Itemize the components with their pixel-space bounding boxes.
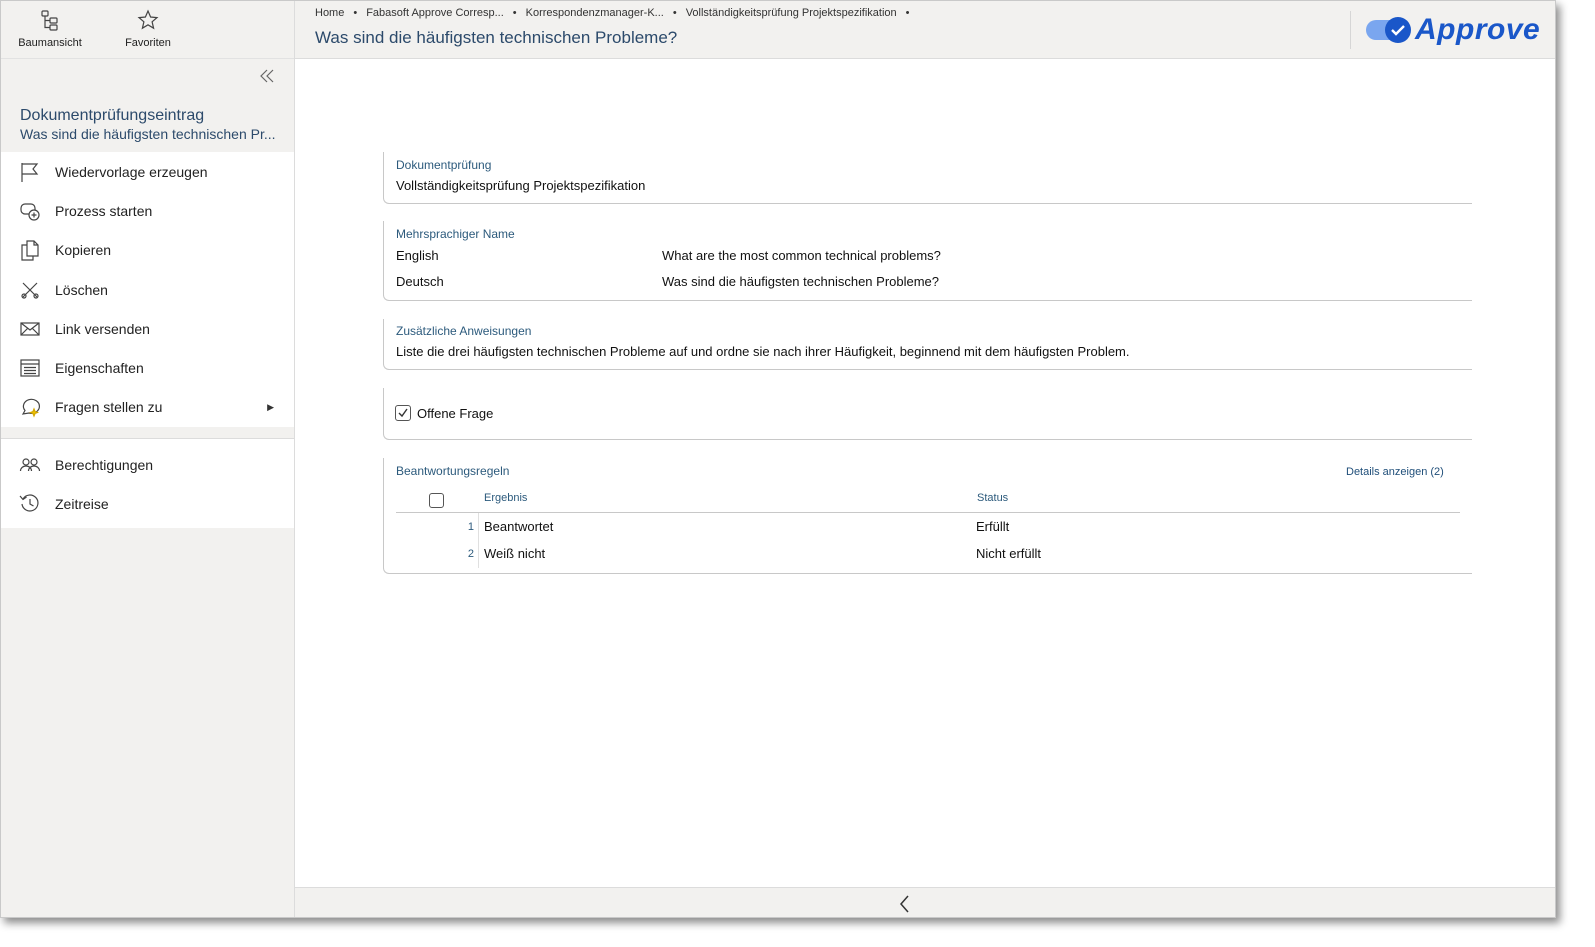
action-menu: Wiedervorlage erzeugen Prozess starten K… xyxy=(1,152,294,428)
menu-item-label: Link versenden xyxy=(55,320,150,337)
select-all-checkbox[interactable] xyxy=(429,493,444,508)
menu-item-label: Kopieren xyxy=(55,242,112,259)
language-label: Deutsch xyxy=(396,274,444,289)
breadcrumb: Home • Fabasoft Approve Corresp... • Korre… xyxy=(315,7,919,19)
breadcrumb-item[interactable]: Korrespondenzmanager-K... xyxy=(526,7,664,19)
collapse-sidebar-icon[interactable] xyxy=(257,67,277,85)
tree-view-button[interactable]: Baumansicht xyxy=(1,1,99,58)
top-nav: Baumansicht Favoriten xyxy=(1,1,294,59)
menu-item-label: Berechtigungen xyxy=(55,456,154,473)
breadcrumb-item[interactable]: Home xyxy=(315,7,344,19)
back-chevron-icon[interactable] xyxy=(895,894,915,914)
rule-result[interactable]: Weiß nicht xyxy=(484,546,545,561)
tree-view-icon xyxy=(41,10,58,31)
menu-item-wiedervorlage[interactable]: Wiedervorlage erzeugen xyxy=(1,152,294,191)
menu-item-eigenschaften[interactable]: Eigenschaften xyxy=(1,348,294,387)
flag-icon xyxy=(21,162,39,182)
menu-item-label: Löschen xyxy=(55,281,108,298)
row-number: 1 xyxy=(467,521,474,533)
section-dokumentpruefung: Dokumentprüfung Vollständigkeitsprüfung … xyxy=(383,152,1472,204)
delete-icon xyxy=(21,282,39,299)
page-title: Was sind die häufigsten technischen Prob… xyxy=(315,28,678,47)
breadcrumb-item[interactable]: Vollständigkeitsprüfung Projektspezifika… xyxy=(686,7,897,19)
menu-item-label: Wiedervorlage erzeugen xyxy=(55,163,208,180)
menu-item-label: Eigenschaften xyxy=(55,360,144,377)
language-value[interactable]: What are the most common technical probl… xyxy=(662,248,941,263)
menu-item-link-versenden[interactable]: Link versenden xyxy=(1,309,294,348)
menu-item-prozess-starten[interactable]: Prozess starten xyxy=(1,191,294,230)
rule-status[interactable]: Erfüllt xyxy=(976,519,1009,534)
menu-item-loeschen[interactable]: Löschen xyxy=(1,270,294,309)
bottom-bar xyxy=(295,887,1555,917)
field-caption: Zusätzliche Anweisungen xyxy=(396,324,532,338)
menu-item-kopieren[interactable]: Kopieren xyxy=(1,231,294,270)
section-zusaetzliche-anweisungen: Zusätzliche Anweisungen Liste die drei h… xyxy=(383,319,1472,370)
favorites-button[interactable]: Favoriten xyxy=(99,1,197,58)
language-value[interactable]: Was sind die häufigsten technischen Prob… xyxy=(662,274,939,289)
field-caption: Dokumentprüfung xyxy=(396,158,492,172)
submenu-arrow-icon: ▶ xyxy=(267,401,274,412)
section-mehrsprachiger-name: Mehrsprachiger Name English What are the… xyxy=(383,221,1472,301)
rule-status[interactable]: Nicht erfüllt xyxy=(976,546,1041,561)
approve-logo[interactable]: Approve xyxy=(1350,11,1540,49)
favorites-label: Favoriten xyxy=(125,37,171,49)
sidebar: Baumansicht Favoriten Dokumentprüfungsei… xyxy=(1,1,295,917)
field-caption: Mehrsprachiger Name xyxy=(396,227,515,241)
table-header-divider xyxy=(396,512,1460,513)
breadcrumb-separator: • xyxy=(353,7,358,19)
page-header: Home • Fabasoft Approve Corresp... • Korre… xyxy=(295,1,1555,59)
menu-item-fragen-stellen[interactable]: Fragen stellen zu ▶ xyxy=(1,388,294,427)
section-offene-frage: Offene Frage xyxy=(383,388,1472,440)
secondary-menu: Berechtigungen Zeitreise xyxy=(1,438,294,528)
open-question-checkbox[interactable] xyxy=(395,405,411,421)
rule-result[interactable]: Beantwortet xyxy=(484,519,553,534)
menu-item-berechtigungen[interactable]: Berechtigungen xyxy=(1,445,294,484)
app-window: Baumansicht Favoriten Dokumentprüfungsei… xyxy=(0,0,1556,918)
column-header-ergebnis[interactable]: Ergebnis xyxy=(484,492,527,504)
breadcrumb-item[interactable]: Fabasoft Approve Corresp... xyxy=(366,7,504,19)
open-question-label: Offene Frage xyxy=(417,406,494,421)
breadcrumb-separator: • xyxy=(905,7,910,19)
breadcrumb-separator: • xyxy=(672,7,677,19)
properties-icon xyxy=(20,359,40,377)
main-content: Dokumentprüfung Vollständigkeitsprüfung … xyxy=(295,59,1555,887)
row-number-divider xyxy=(478,513,479,568)
ai-question-icon xyxy=(21,399,40,419)
column-header-status[interactable]: Status xyxy=(977,492,1008,504)
menu-item-label: Fragen stellen zu xyxy=(55,399,163,416)
process-start-icon xyxy=(20,203,40,221)
logo-text: Approve xyxy=(1415,13,1541,46)
object-type: Dokumentprüfungseintrag xyxy=(20,107,205,124)
users-icon xyxy=(19,458,41,471)
copy-icon xyxy=(21,240,39,261)
field-caption: Beantwortungsregeln xyxy=(396,464,510,478)
object-name: Was sind die häufigsten technischen Pr..… xyxy=(20,126,276,142)
history-icon xyxy=(19,494,39,512)
menu-item-label: Prozess starten xyxy=(55,202,153,219)
field-value[interactable]: Vollständigkeitsprüfung Projektspezifika… xyxy=(396,178,645,193)
object-header: Dokumentprüfungseintrag Was sind die häu… xyxy=(1,93,294,152)
approve-logo-icon xyxy=(1366,17,1411,43)
details-link[interactable]: Details anzeigen (2) xyxy=(1346,466,1444,478)
menu-item-zeitreise[interactable]: Zeitreise xyxy=(1,484,294,523)
mail-icon xyxy=(20,322,40,336)
field-value[interactable]: Liste die drei häufigsten technischen Pr… xyxy=(396,344,1130,359)
menu-item-label: Zeitreise xyxy=(55,495,109,512)
row-number: 2 xyxy=(467,548,474,560)
language-label: English xyxy=(396,248,439,263)
tree-view-label: Baumansicht xyxy=(18,37,82,49)
checkmark-icon xyxy=(398,408,408,418)
star-icon xyxy=(137,9,159,30)
breadcrumb-separator: • xyxy=(512,7,517,19)
section-beantwortungsregeln: Beantwortungsregeln Details anzeigen (2)… xyxy=(383,458,1472,574)
